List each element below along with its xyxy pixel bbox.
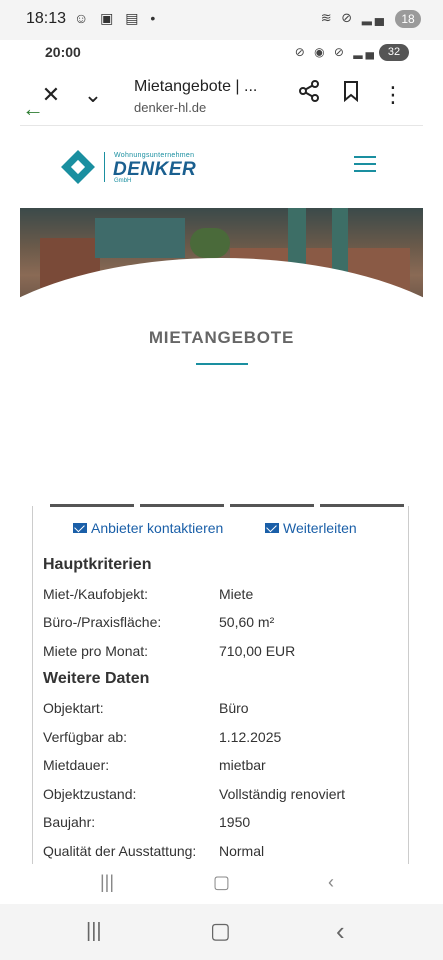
hero-image xyxy=(20,208,423,320)
recent-apps-icon[interactable]: ||| xyxy=(100,872,114,893)
site-header: Wohnungsunternehmen DENKER GmbH xyxy=(20,126,423,208)
inner-status-bar: 20:00 ⊘ ◉ ⊘ ▂▄ 32 xyxy=(20,40,423,68)
detail-row: Verfügbar ab: 1.12.2025 xyxy=(43,729,282,745)
home-icon[interactable]: ▢ xyxy=(210,918,231,944)
contact-provider-link[interactable]: Anbieter kontaktieren xyxy=(73,520,223,536)
outer-notification-icons: ☺ ▣ ▤ • xyxy=(74,10,160,26)
mail-icon xyxy=(73,523,87,533)
inner-screen: ← 20:00 ⊘ ◉ ⊘ ▂▄ 32 ✕ ⌄ Mietangebote | .… xyxy=(20,40,423,904)
outer-navigation-bar: ||| ▢ ‹ xyxy=(0,904,443,960)
chevron-down-icon[interactable]: ⌄ xyxy=(78,80,108,110)
detail-row: Objektzustand: Vollständig renoviert xyxy=(43,786,346,802)
outer-signal-icons: ≋ ⊘ ▂▄ xyxy=(320,10,387,25)
home-icon[interactable]: ▢ xyxy=(213,872,230,893)
logo-diamond-icon[interactable] xyxy=(61,150,95,184)
heading-underline xyxy=(196,363,248,365)
inner-clock: 20:00 xyxy=(45,44,81,60)
action-links: Anbieter kontaktieren Weiterleiten xyxy=(33,520,410,542)
detail-row: Büro-/Praxisfläche: 50,60 m² xyxy=(43,614,275,630)
more-options-icon[interactable]: ⋮ xyxy=(378,80,408,110)
logo-separator xyxy=(104,152,105,182)
back-arrow-icon[interactable]: ← xyxy=(22,96,44,122)
page-heading: MIETANGEBOTE xyxy=(148,328,295,347)
section-title-main: Hauptkriterien xyxy=(43,556,152,573)
page-url: denker-hl.de xyxy=(134,100,207,115)
section-title-more: Weitere Daten xyxy=(43,670,150,687)
detail-row: Qualität der Ausstattung: Normal xyxy=(43,843,265,859)
listing-details: Anbieter kontaktieren Weiterleiten Haupt… xyxy=(32,506,409,866)
recent-apps-icon[interactable]: ||| xyxy=(86,920,102,943)
detail-row: Objektart: Büro xyxy=(43,700,249,716)
back-icon[interactable]: ‹ xyxy=(328,872,334,893)
browser-toolbar: ✕ ⌄ Mietangebote | ... denker-hl.de ⋮ xyxy=(20,68,423,126)
logo-suffix: GmbH xyxy=(114,178,132,184)
detail-row: Baujahr: 1950 xyxy=(43,814,251,830)
menu-icon[interactable] xyxy=(354,156,376,174)
detail-row: Mietdauer: mietbar xyxy=(43,757,266,773)
detail-row: Miete pro Monat: 710,00 EUR xyxy=(43,643,296,659)
logo-tagline: Wohnungsunternehmen xyxy=(114,152,195,159)
detail-row: Miet-/Kaufobjekt: Miete xyxy=(43,586,254,602)
page-title: Mietangebote | ... xyxy=(134,78,258,95)
inner-navigation-bar: ||| ▢ ‹ xyxy=(20,864,423,904)
inner-signal-icons: ⊘ ◉ ⊘ ▂▄ xyxy=(294,45,377,59)
back-icon[interactable]: ‹ xyxy=(336,916,345,947)
forward-link[interactable]: Weiterleiten xyxy=(265,520,357,536)
inner-battery-icon: 32 xyxy=(379,44,409,61)
bookmark-icon[interactable] xyxy=(336,80,366,110)
outer-battery-icon: 18 xyxy=(395,10,421,28)
outer-status-bar: 18:13 ☺ ▣ ▤ • ≋ ⊘ ▂▄ 18 xyxy=(0,0,443,40)
outer-clock: 18:13 xyxy=(26,10,67,27)
share-icon[interactable] xyxy=(294,80,324,110)
mail-icon xyxy=(265,523,279,533)
